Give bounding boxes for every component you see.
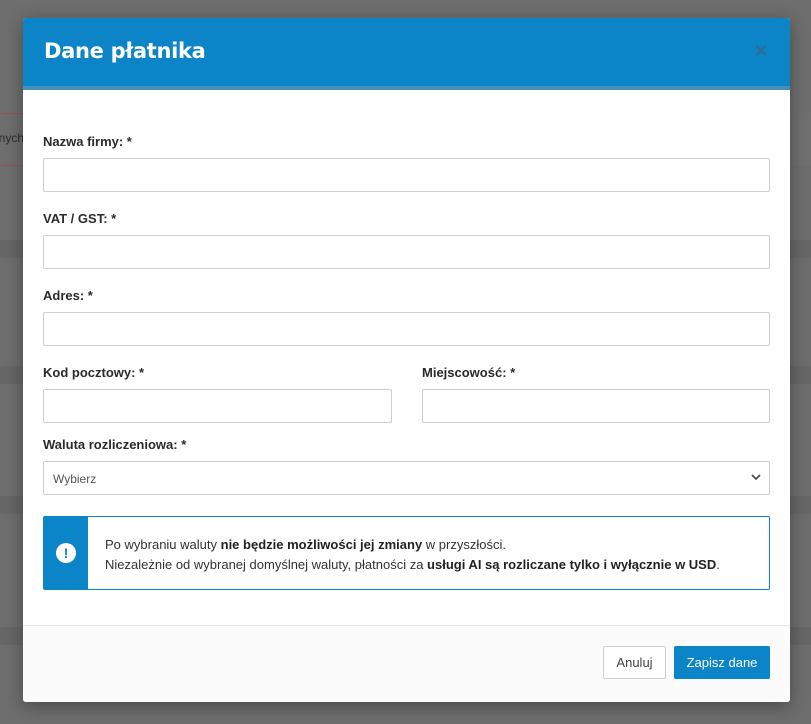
currency-label: Waluta rozliczeniowa: * [43,437,187,452]
modal-header: Dane płatnika × [23,18,790,90]
modal-footer: Anuluj Zapisz dane [23,625,790,702]
modal-title: Dane płatnika [44,39,206,63]
currency-info-alert: ! Po wybraniu waluty nie będzie możliwoś… [43,516,770,590]
company-name-label: Nazwa firmy: * [43,134,132,149]
exclamation-circle-icon: ! [56,543,76,563]
alert-icon-bar: ! [44,517,88,589]
city-label: Miejscowość: * [422,365,516,380]
alert-line-2: Niezależnie od wybranej domyślnej waluty… [105,557,720,572]
postal-code-input[interactable] [43,389,392,423]
address-label: Adres: * [43,288,93,303]
close-icon[interactable]: × [752,40,770,62]
vat-input[interactable] [43,235,770,269]
save-button[interactable]: Zapisz dane [674,646,770,679]
chevron-down-icon [751,474,761,481]
background-panel [788,113,811,166]
postal-code-label: Kod pocztowy: * [43,365,145,380]
city-input[interactable] [422,389,770,423]
currency-select-value: Wybierz [53,472,97,486]
payer-details-modal: Dane płatnika × Nazwa firmy: * VAT / GST… [23,18,790,702]
background-text-fragment: nych [0,131,24,145]
vat-label: VAT / GST: * [43,211,117,226]
cancel-button[interactable]: Anuluj [603,646,666,679]
alert-line-1: Po wybraniu waluty nie będzie możliwości… [105,537,506,552]
address-input[interactable] [43,312,770,346]
company-name-input[interactable] [43,158,770,192]
currency-select[interactable]: Wybierz [43,461,770,495]
